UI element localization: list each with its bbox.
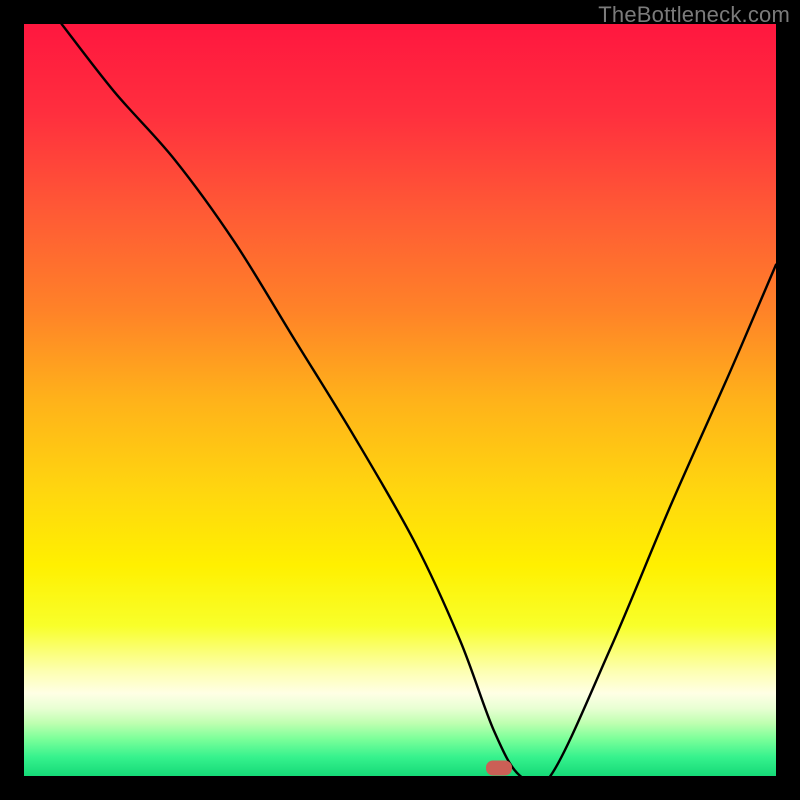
plot-area — [24, 24, 776, 776]
chart-frame: TheBottleneck.com — [0, 0, 800, 800]
watermark-label: TheBottleneck.com — [598, 2, 790, 28]
bottleneck-curve — [24, 24, 776, 776]
optimal-marker — [486, 761, 512, 776]
